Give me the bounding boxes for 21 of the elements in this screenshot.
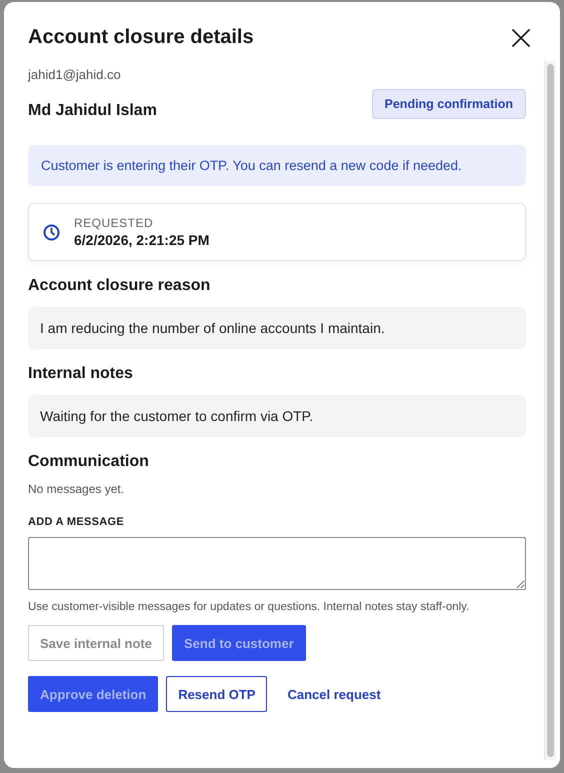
requested-label: REQUESTED: [74, 216, 154, 230]
empty-message: No messages yet.: [28, 482, 126, 496]
section-heading: Account closure reason: [28, 277, 212, 295]
section-heading: Internal notes: [28, 365, 134, 383]
field-label: ADD A MESSAGE: [28, 516, 125, 528]
customer-name: Md Jahidul Islam: [28, 102, 157, 120]
dialog-title: Account closure details: [28, 26, 254, 49]
scrollbar[interactable]: [544, 61, 556, 760]
clock-icon: [43, 224, 60, 240]
message-field[interactable]: [28, 537, 526, 590]
section-text: Waiting for the customer to confirm via OTP.: [28, 395, 526, 437]
section-heading: Communication: [28, 453, 150, 471]
action-button[interactable]: Resend OTP: [166, 676, 268, 712]
status-badge: Pending confirmation: [372, 89, 526, 119]
requested-date: 6/2/2026, 2:21:25 PM: [74, 232, 210, 248]
field-hint: Use customer-visible messages for updates or questions. Internal notes stay staff-only.: [28, 601, 470, 613]
customer-email: jahid1@jahid.co: [28, 67, 122, 82]
close-icon[interactable]: [512, 28, 530, 46]
info-notice: Customer is entering their OTP. You can resend a new code if needed.: [28, 145, 526, 186]
section-text: I am reducing the number of online accounts I maintain.: [28, 307, 526, 349]
cancel-link[interactable]: Cancel request: [275, 676, 393, 712]
